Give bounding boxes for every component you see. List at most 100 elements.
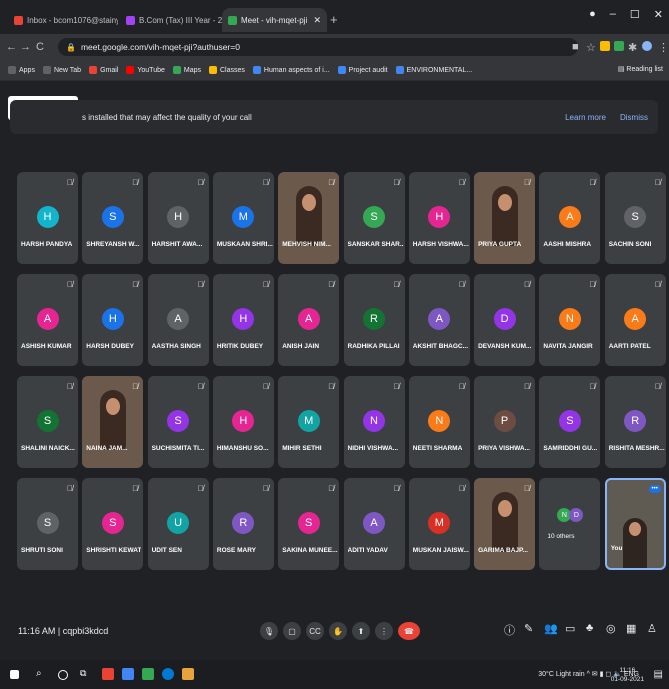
bookmark-item[interactable]: Project audit — [337, 66, 388, 74]
participant-tile[interactable]: S 🎙̸ SHALINI NAICK... — [17, 376, 78, 468]
participant-tile[interactable]: A 🎙̸ AASHI MISHRA — [539, 172, 601, 264]
task-view-icon[interactable]: ⧉ — [80, 668, 92, 680]
app-icon[interactable] — [102, 668, 114, 680]
participant-tile[interactable]: S 🎙̸ SHREYANSH W... — [82, 172, 144, 264]
cortana-icon[interactable] — [58, 670, 68, 680]
participant-tile[interactable]: S 🎙̸ SAMRIDDHI GU... — [539, 376, 601, 468]
participant-tile[interactable]: H 🎙̸ HARSHIT AWA... — [147, 172, 209, 264]
info-icon[interactable]: ⓘ — [504, 622, 515, 638]
participant-tile[interactable]: N 🎙̸ NEETI SHARMA — [408, 376, 470, 468]
camera-button[interactable]: ▢ — [283, 622, 301, 640]
minimize-button[interactable]: – — [610, 8, 616, 21]
weather-text[interactable]: 30°C Light rain — [538, 671, 584, 678]
clock[interactable]: 11:16 01-09-2021 — [611, 666, 644, 684]
participant-tile[interactable]: 🎙̸ GARIMA BAJP... — [474, 478, 536, 570]
mic-button[interactable]: 🎙 — [260, 622, 278, 640]
participant-tile[interactable]: M 🎙̸ MIHIR SETHI — [278, 376, 340, 468]
edge-icon[interactable] — [162, 668, 174, 680]
maximize-button[interactable]: ☐ — [630, 8, 640, 21]
pin-icon[interactable]: ✎ — [524, 622, 533, 635]
host-controls-icon[interactable]: ◎ — [606, 622, 616, 635]
participant-tile[interactable]: M 🎙̸ MUSKAN JAISW... — [408, 478, 470, 570]
bookmark-item[interactable]: Apps — [8, 66, 35, 74]
menu-icon[interactable]: ⋮ — [658, 41, 669, 54]
dropdown-icon[interactable]: ● — [589, 8, 596, 21]
extension-icon[interactable] — [600, 41, 610, 51]
learn-more-link[interactable]: Learn more — [565, 113, 606, 122]
captions-button[interactable]: CC — [306, 622, 324, 640]
participant-tile[interactable]: S 🎙̸ SAKINA MUNEE... — [278, 478, 340, 570]
participant-tile[interactable]: H 🎙̸ HARSH VISHWA... — [408, 172, 470, 264]
participant-tile[interactable]: H 🎙̸ HIMANSHU SO... — [212, 376, 274, 468]
address-bar[interactable]: 🔒 meet.google.com/vih-mqet-pji?authuser=… — [58, 38, 578, 56]
participant-tile[interactable]: S 🎙̸ SHRUTI SONI — [17, 478, 78, 570]
forward-icon[interactable]: → — [20, 41, 31, 53]
participant-tile[interactable]: P 🎙̸ PRIYA VISHWA... — [474, 376, 536, 468]
participant-tile[interactable]: A 🎙̸ ASHISH KUMAR — [17, 274, 78, 366]
reading-list-button[interactable]: ▤ Reading list — [618, 65, 663, 73]
puzzle-icon[interactable]: ✱ — [628, 41, 637, 54]
bookmark-item[interactable]: YouTube — [126, 66, 165, 74]
back-icon[interactable]: ← — [6, 41, 17, 53]
participant-tile[interactable]: A 🎙̸ AKSHIT BHAGC... — [408, 274, 470, 366]
participant-tile[interactable]: D 🎙̸ DEVANSH KUM... — [474, 274, 536, 366]
participant-tile[interactable]: S 🎙̸ SANSKAR SHAR... — [343, 172, 405, 264]
participant-tile[interactable]: H 🎙̸ HARSH PANDYA — [17, 172, 78, 264]
participant-tile[interactable]: S 🎙̸ SACHIN SONI — [604, 172, 666, 264]
present-button[interactable]: ⬆ — [352, 622, 370, 640]
others-tile[interactable]: N D 10 others — [539, 478, 601, 570]
app-icon[interactable] — [122, 668, 134, 680]
tab-3[interactable]: Meet - vih-mqet-pji ✕ — [222, 8, 327, 32]
profile-avatar[interactable] — [642, 41, 652, 51]
participant-tile[interactable]: H 🎙̸ HARSH DUBEY — [82, 274, 144, 366]
leave-call-button[interactable]: ☎ — [398, 622, 420, 640]
participant-tile[interactable]: A 🎙̸ AASTHA SINGH — [147, 274, 209, 366]
word-icon[interactable] — [182, 668, 194, 680]
close-tab-icon[interactable]: ✕ — [313, 15, 321, 26]
reload-icon[interactable]: C — [36, 41, 44, 53]
raise-hand-button[interactable]: ✋ — [329, 622, 347, 640]
participant-tile[interactable]: R 🎙̸ RISHITA MESHR... — [604, 376, 666, 468]
people-icon[interactable]: 👥 — [544, 622, 558, 635]
participant-tile[interactable]: A 🎙̸ ANISH JAIN — [278, 274, 340, 366]
participant-tile[interactable]: A 🎙̸ AARTI PATEL — [604, 274, 666, 366]
participant-tile[interactable]: 🎙̸ MEHVISH NIM... — [278, 172, 340, 264]
close-window-button[interactable]: ✕ — [654, 8, 663, 21]
camera-icon[interactable]: ■ — [572, 41, 579, 53]
chat-icon[interactable]: ▭ — [565, 622, 575, 635]
bookmark-item[interactable]: Human aspects of i... — [252, 66, 330, 74]
participant-tile[interactable]: H 🎙̸ HRITIK DUBEY — [212, 274, 274, 366]
participant-tile[interactable]: N 🎙̸ NIDHI VISHWA... — [343, 376, 405, 468]
notification-icon[interactable]: ▤ — [654, 669, 663, 680]
tab-2[interactable]: B.Com (Tax) III Year - 2021-2022✕ — [120, 8, 230, 32]
participant-tile[interactable]: 🎙̸ NAINA JAM... — [82, 376, 144, 468]
bookmark-item[interactable]: New Tab — [42, 66, 81, 74]
participant-tile[interactable]: S 🎙̸ SUCHISMITA TI... — [147, 376, 209, 468]
self-tile[interactable]: ••• You — [604, 478, 666, 570]
extension-icon[interactable]: ♙ — [647, 622, 657, 635]
participant-tile[interactable]: M 🎙̸ MUSKAAN SHRI... — [212, 172, 274, 264]
participant-tile[interactable]: R 🎙̸ ROSE MARY — [212, 478, 274, 570]
participant-tile[interactable]: A 🎙̸ ADITI YADAV — [343, 478, 405, 570]
bookmark-item[interactable]: Classes — [209, 66, 245, 74]
more-options-button[interactable]: ⋮ — [375, 622, 393, 640]
participant-tile[interactable]: U 🎙̸ UDIT SEN — [147, 478, 209, 570]
new-tab-button[interactable]: + — [330, 12, 338, 27]
participant-tile[interactable]: S 🎙̸ SHRISHTI KEWAT — [82, 478, 144, 570]
chrome-icon[interactable] — [142, 668, 154, 680]
star-icon[interactable]: ☆ — [586, 41, 596, 54]
bookmark-item[interactable]: Gmail — [89, 66, 118, 74]
activities-icon[interactable]: ♣ — [586, 622, 593, 634]
windows-start-icon[interactable] — [10, 670, 19, 679]
bookmark-item[interactable]: ENVIRONMENTAL... — [395, 66, 472, 74]
bookmark-item[interactable]: Maps — [172, 66, 201, 74]
extension-icon[interactable] — [614, 41, 624, 51]
participant-tile[interactable]: N 🎙̸ NAVITA JANGIR — [539, 274, 601, 366]
grid-icon[interactable]: ▦ — [626, 622, 636, 635]
participant-tile[interactable]: R 🎙̸ RADHIKA PILLAI — [343, 274, 405, 366]
more-options-icon[interactable]: ••• — [648, 485, 661, 493]
tab-1[interactable]: Inbox - bcom1076@stainyaiuscoll✕ — [8, 8, 118, 32]
search-icon[interactable]: ⌕ — [36, 668, 48, 680]
dismiss-button[interactable]: Dismiss — [620, 113, 648, 122]
participant-tile[interactable]: 🎙̸ PRIYA GUPTA — [474, 172, 536, 264]
